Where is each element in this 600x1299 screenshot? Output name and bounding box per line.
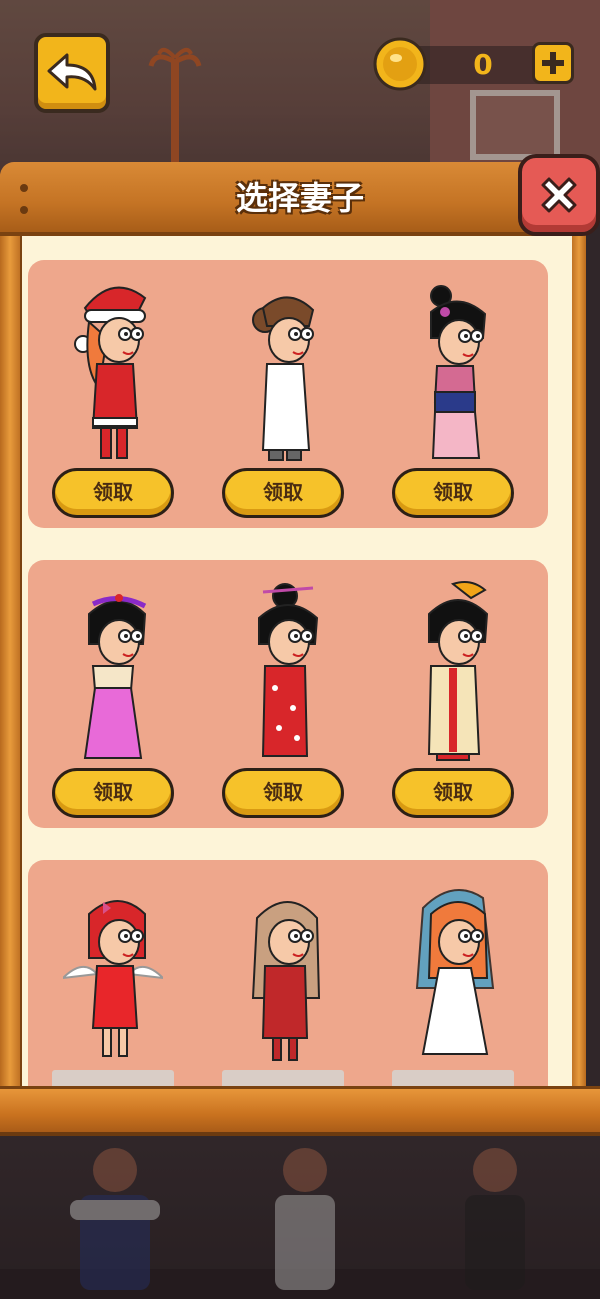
plus-icon [542,52,564,74]
coat-rack [148,47,202,170]
claim-button[interactable]: 领取 [222,468,344,518]
background-shelf [470,90,560,160]
wife-hanfu-figure [430,285,487,459]
wife-cupid-figure [63,900,163,1057]
back-arrow-icon [47,53,97,91]
coin-count: 0 [473,48,493,81]
background-character-vampire [465,1148,525,1290]
outfit-slot-kimono-red[interactable]: 领取 [198,560,368,828]
modal-bottom-frame [0,1086,600,1136]
claim-button[interactable]: 领取 [222,768,344,818]
coin-icon [373,37,427,91]
outfit-slot-santa[interactable]: 领取 [28,260,198,528]
modal-header: 选择妻子 [0,162,560,236]
frame-left [0,174,22,1094]
wife-kimono-figure [258,583,319,757]
modal-panel: 领取 领取 领取 领取 领取 领取 [22,234,572,1094]
add-coins-button[interactable] [532,42,574,84]
claim-button[interactable]: 领取 [392,468,514,518]
wife-imperial-figure [427,581,489,761]
modal-title: 选择妻子 [235,179,364,217]
outfit-slot-imperial-gown[interactable]: 领取 [368,560,538,828]
outfit-row-3 [28,860,548,1094]
wife-red-hoodie-figure [251,901,321,1061]
outfit-row-2: 领取 领取 领取 [28,560,548,828]
outfit-slot-red-hoodie[interactable] [198,860,368,1094]
coin-counter: 0 [372,36,574,92]
wife-santa-figure [74,286,147,459]
outfit-row-1: 领取 领取 领取 [28,260,548,528]
wife-hanbok-figure [83,594,147,759]
back-button[interactable] [34,33,110,113]
close-icon [541,177,577,213]
claim-button[interactable]: 领取 [392,768,514,818]
claim-button[interactable]: 领取 [52,468,174,518]
outfit-slot-cupid[interactable] [28,860,198,1094]
claim-button[interactable]: 领取 [52,768,174,818]
wife-white-robe-figure [252,296,315,461]
outfit-slot-hanbok-pink[interactable]: 领取 [28,560,198,828]
background-character-knight [275,1148,335,1290]
select-wife-modal: 领取 领取 领取 领取 领取 领取 选择妻子 [0,154,600,1132]
outfit-slot-hanfu-pink[interactable]: 领取 [368,260,538,528]
close-button[interactable] [518,154,600,236]
outfit-slot-white-robe[interactable]: 领取 [198,260,368,528]
frame-right [570,222,586,1092]
outfit-slot-white-dress[interactable] [368,860,538,1094]
background-character-king [70,1148,160,1290]
wife-white-dress-figure [415,889,495,1055]
